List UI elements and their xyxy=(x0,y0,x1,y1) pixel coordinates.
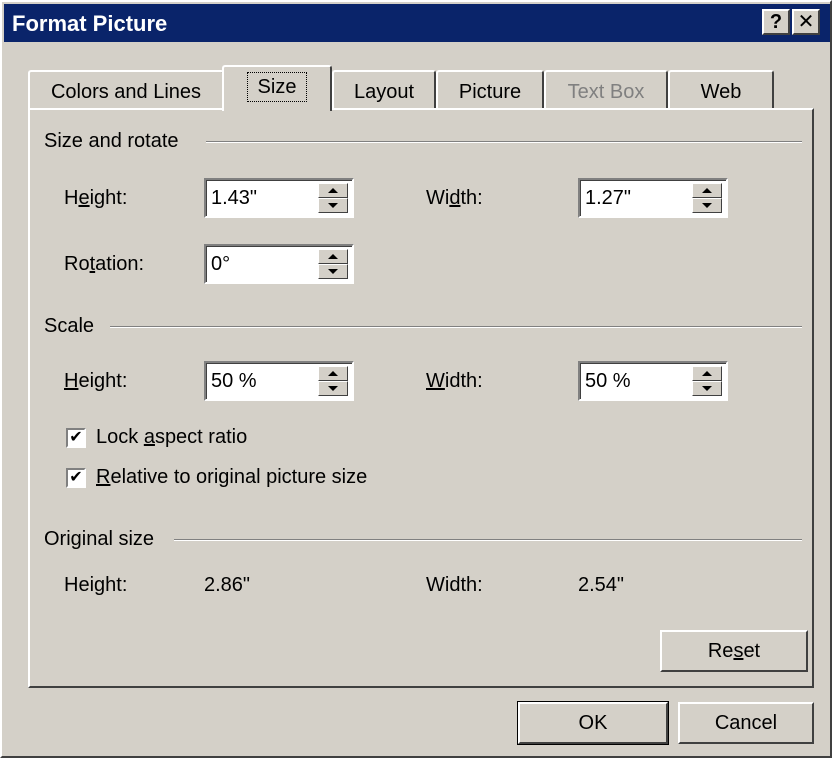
size-width-field[interactable]: 1.27" xyxy=(578,178,728,218)
relative-size-checkbox[interactable]: ✔ xyxy=(66,468,86,488)
arrow-up-icon xyxy=(328,254,338,259)
cancel-button[interactable]: Cancel xyxy=(678,702,814,744)
lock-aspect-label[interactable]: Lock aspect ratio xyxy=(96,426,247,449)
tab-layout[interactable]: Layout xyxy=(332,70,436,108)
rotation-spinner[interactable] xyxy=(318,249,348,279)
dialog-title: Format Picture xyxy=(12,11,168,36)
help-button[interactable]: ? xyxy=(762,9,790,35)
size-width-value: 1.27" xyxy=(585,187,632,209)
tab-label: Web xyxy=(700,81,742,103)
original-height-value: 2.86" xyxy=(204,574,251,596)
size-tab-panel: Size and rotate Height: 1.43" Width: 1.2… xyxy=(28,108,814,688)
original-width-label: Width: xyxy=(426,574,483,596)
scale-height-field[interactable]: 50 % xyxy=(204,361,354,401)
help-icon: ? xyxy=(769,11,783,33)
spin-down-button[interactable] xyxy=(692,381,722,396)
arrow-up-icon xyxy=(328,371,338,376)
spin-up-button[interactable] xyxy=(318,366,348,381)
arrow-down-icon xyxy=(702,386,712,391)
scale-width-spinner[interactable] xyxy=(692,366,722,396)
tab-label: Colors and Lines xyxy=(50,81,202,103)
relative-size-label[interactable]: Relative to original picture size xyxy=(96,466,367,489)
scale-height-spinner[interactable] xyxy=(318,366,348,396)
rotation-value: 0° xyxy=(211,253,231,275)
size-height-field[interactable]: 1.43" xyxy=(204,178,354,218)
arrow-down-icon xyxy=(328,203,338,208)
tab-web[interactable]: Web xyxy=(668,70,774,108)
title-bar[interactable]: Format Picture ? ✕ xyxy=(4,4,830,42)
check-icon: ✔ xyxy=(69,469,83,486)
spin-down-button[interactable] xyxy=(318,198,348,213)
spin-down-button[interactable] xyxy=(318,381,348,396)
scale-width-label: Width: xyxy=(426,370,483,392)
spin-up-button[interactable] xyxy=(318,249,348,264)
close-button[interactable]: ✕ xyxy=(792,9,820,35)
check-icon: ✔ xyxy=(69,429,83,446)
tab-label: Size xyxy=(246,72,308,102)
spin-up-button[interactable] xyxy=(318,183,348,198)
size-width-spinner[interactable] xyxy=(692,183,722,213)
scale-header: Scale xyxy=(44,315,95,337)
size-and-rotate-header: Size and rotate xyxy=(44,130,179,152)
size-width-label: Width: xyxy=(426,187,483,209)
arrow-down-icon xyxy=(702,203,712,208)
scale-height-value: 50 % xyxy=(211,370,257,392)
scale-height-label: Height: xyxy=(64,370,128,392)
arrow-up-icon xyxy=(702,188,712,193)
lock-aspect-checkbox[interactable]: ✔ xyxy=(66,428,86,448)
group-divider xyxy=(174,539,802,541)
tab-label: Picture xyxy=(458,81,522,103)
reset-button[interactable]: Reset xyxy=(660,630,808,672)
arrow-down-icon xyxy=(328,386,338,391)
rotation-field[interactable]: 0° xyxy=(204,244,354,284)
spin-up-button[interactable] xyxy=(692,366,722,381)
rotation-label: Rotation: xyxy=(64,253,145,275)
scale-width-value: 50 % xyxy=(585,370,631,392)
original-height-label: Height: xyxy=(64,574,128,596)
spin-down-button[interactable] xyxy=(318,264,348,279)
scale-width-field[interactable]: 50 % xyxy=(578,361,728,401)
format-picture-dialog: Format Picture ? ✕ Colors and Lines Size… xyxy=(0,0,832,758)
tab-text-box: Text Box xyxy=(544,70,668,108)
close-icon: ✕ xyxy=(797,11,815,33)
tab-label: Layout xyxy=(353,81,415,103)
tab-colors-and-lines[interactable]: Colors and Lines xyxy=(28,70,224,108)
size-height-label: Height: xyxy=(64,187,128,209)
tab-picture[interactable]: Picture xyxy=(436,70,544,108)
arrow-up-icon xyxy=(702,371,712,376)
group-divider xyxy=(206,141,802,143)
spin-down-button[interactable] xyxy=(692,198,722,213)
size-height-value: 1.43" xyxy=(211,187,258,209)
group-divider xyxy=(110,326,802,328)
size-height-spinner[interactable] xyxy=(318,183,348,213)
arrow-up-icon xyxy=(328,188,338,193)
arrow-down-icon xyxy=(328,269,338,274)
ok-button[interactable]: OK xyxy=(517,701,669,745)
tab-size[interactable]: Size xyxy=(222,65,332,111)
original-width-value: 2.54" xyxy=(578,574,625,596)
spin-up-button[interactable] xyxy=(692,183,722,198)
tab-label: Text Box xyxy=(567,81,645,103)
original-size-header: Original size xyxy=(44,528,155,550)
